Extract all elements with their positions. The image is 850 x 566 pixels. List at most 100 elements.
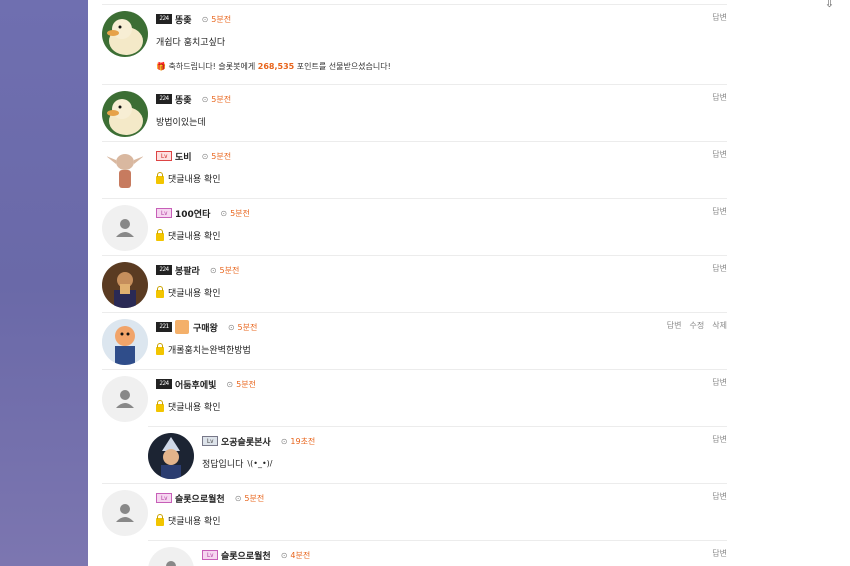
reply-item: Lv 오공슬롯본사 ⊙ 19초전 답변 정답입니다 \(•_•)/ <box>148 426 727 482</box>
timestamp: 19초전 <box>290 436 316 446</box>
clock-icon: ⊙ <box>201 14 209 24</box>
lock-icon <box>156 399 164 412</box>
nickname[interactable]: 똥좆 <box>175 13 192 26</box>
comment-text: 댓글내용 확인 <box>156 285 221 299</box>
comment-item: Lv 도비 ⊙ 5분전 답변 댓글내용 확인 <box>102 141 727 197</box>
timestamp: 5분전 <box>219 265 240 275</box>
clock-icon: ⊙ <box>201 151 209 161</box>
timestamp: 5분전 <box>237 322 258 332</box>
clock-icon: ⊙ <box>209 265 217 275</box>
avatar[interactable] <box>102 205 148 251</box>
comment-text: 개롤훔치는완벽한방법 <box>156 342 251 356</box>
lock-icon <box>156 228 164 241</box>
level-badge: Lv <box>202 550 218 560</box>
default-user-icon <box>116 390 134 408</box>
timestamp: 5분전 <box>211 14 232 24</box>
clock-icon: ⊙ <box>234 493 242 503</box>
level-badge: 224 <box>156 94 172 104</box>
reply-button[interactable]: 답변 <box>712 92 727 103</box>
timestamp: 5분전 <box>211 94 232 104</box>
clock-icon: ⊙ <box>280 550 288 560</box>
level-badge: Lv <box>156 208 172 218</box>
comment-item: 221 구매왕 ⊙ 5분전 답변 수정 삭제 개롤훔치는완벽한방법 <box>102 312 727 368</box>
anime-avatar-icon <box>148 433 194 479</box>
reply-button[interactable]: 답변 <box>667 320 682 331</box>
avatar[interactable] <box>102 148 148 194</box>
level-badge: 221 <box>156 322 172 332</box>
level-badge: Lv <box>202 436 218 446</box>
reply-button[interactable]: 답변 <box>712 263 727 274</box>
nickname[interactable]: 어둠후에빛 <box>175 378 216 391</box>
gift-icon: 🎁 <box>156 62 166 71</box>
character-badge-icon <box>175 320 189 334</box>
avatar[interactable] <box>102 262 148 308</box>
reply-button[interactable]: 답변 <box>712 206 727 217</box>
avatar[interactable] <box>102 11 148 57</box>
duck-avatar-icon <box>102 11 148 57</box>
nickname[interactable]: 봉팔라 <box>175 264 200 277</box>
clock-icon: ⊙ <box>226 379 234 389</box>
nickname[interactable]: 슬롯으로월천 <box>175 492 225 505</box>
gift-notice: 🎁 축하드립니다! 슬롯봇에게 268,535 포인트를 선물받으셨습니다! <box>156 62 391 71</box>
timestamp: 5분전 <box>236 379 256 389</box>
comment-text: 댓글내용 확인 <box>156 513 221 527</box>
level-badge: 224 <box>156 379 172 389</box>
reply-button[interactable]: 답변 <box>712 12 727 23</box>
clock-icon: ⊙ <box>220 208 228 218</box>
delete-button[interactable]: 삭제 <box>712 320 727 331</box>
nickname[interactable]: 똥좆 <box>175 93 192 106</box>
avatar[interactable] <box>102 91 148 137</box>
reply-button[interactable]: 답변 <box>712 149 727 160</box>
comment-panel: ⇩ 224 똥좆 ⊙ 5분전 답변 개쉽다 훔치고싶다 🎁 축하드립니다! 슬롯… <box>88 0 850 566</box>
avatar[interactable] <box>102 490 148 536</box>
nickname[interactable]: 100연타 <box>175 207 210 220</box>
reply-button[interactable]: 답변 <box>712 548 727 559</box>
lock-icon <box>156 342 164 355</box>
reply-button[interactable]: 답변 <box>712 491 727 502</box>
avatar[interactable] <box>102 376 148 422</box>
comment-text: 댓글내용 확인 <box>156 399 221 413</box>
nickname[interactable]: 오공슬롯본사 <box>221 435 271 448</box>
comment-text: 댓글내용 확인 <box>156 228 221 242</box>
comment-text: 개쉽다 훔치고싶다 <box>156 38 226 48</box>
gift-points: 268,535 <box>257 62 295 71</box>
level-badge: Lv <box>156 493 172 503</box>
nickname[interactable]: 도비 <box>175 150 192 163</box>
comment-item: 224 어둠후에빛 ⊙ 5분전 답변 댓글내용 확인 <box>102 369 727 425</box>
lock-icon <box>156 513 164 526</box>
reply-item: Lv 슬롯으로월천 ⊙ 4분전 답변 <box>148 540 727 566</box>
comment-item: Lv 슬롯으로월천 ⊙ 5분전 답변 댓글내용 확인 <box>102 483 727 539</box>
comment-text: 정답입니다 \(•_•)/ <box>202 459 273 470</box>
clock-icon: ⊙ <box>201 94 209 104</box>
anpanman-avatar-icon <box>102 319 148 365</box>
timestamp: 4분전 <box>290 550 311 560</box>
edit-button[interactable]: 수정 <box>690 320 705 331</box>
dobby-avatar-icon <box>102 148 148 194</box>
comment-item: 224 똥좆 ⊙ 5분전 답변 방법이있는데 <box>102 84 727 140</box>
clock-icon: ⊙ <box>227 322 235 332</box>
default-user-icon <box>116 504 134 522</box>
duck-avatar-icon <box>102 91 148 137</box>
emoticon: \(•_•)/ <box>247 459 273 468</box>
lock-icon <box>156 171 164 184</box>
level-badge: Lv <box>156 151 172 161</box>
comment-item: 224 똥좆 ⊙ 5분전 답변 개쉽다 훔치고싶다 🎁 축하드립니다! 슬롯봇에… <box>102 4 727 83</box>
avatar[interactable] <box>148 433 194 479</box>
reply-button[interactable]: 답변 <box>712 434 727 445</box>
timestamp: 5분전 <box>244 493 265 503</box>
nickname[interactable]: 구매왕 <box>193 321 218 334</box>
scroll-top-icon[interactable]: ⇩ <box>825 0 834 10</box>
timestamp: 5분전 <box>230 208 250 218</box>
comment-text: 댓글내용 확인 <box>156 171 221 185</box>
reply-button[interactable]: 답변 <box>712 377 727 388</box>
nickname[interactable]: 슬롯으로월천 <box>221 549 271 562</box>
default-user-icon <box>116 219 134 237</box>
comment-item: Lv 100연타 ⊙ 5분전 답변 댓글내용 확인 <box>102 198 727 254</box>
clock-icon: ⊙ <box>280 436 288 446</box>
comment-item: 224 봉팔라 ⊙ 5분전 답변 댓글내용 확인 <box>102 255 727 311</box>
person-photo-avatar-icon <box>102 262 148 308</box>
avatar[interactable] <box>102 319 148 365</box>
avatar[interactable] <box>148 547 194 566</box>
comment-text: 방법이있는데 <box>156 118 206 128</box>
level-badge: 224 <box>156 265 172 275</box>
